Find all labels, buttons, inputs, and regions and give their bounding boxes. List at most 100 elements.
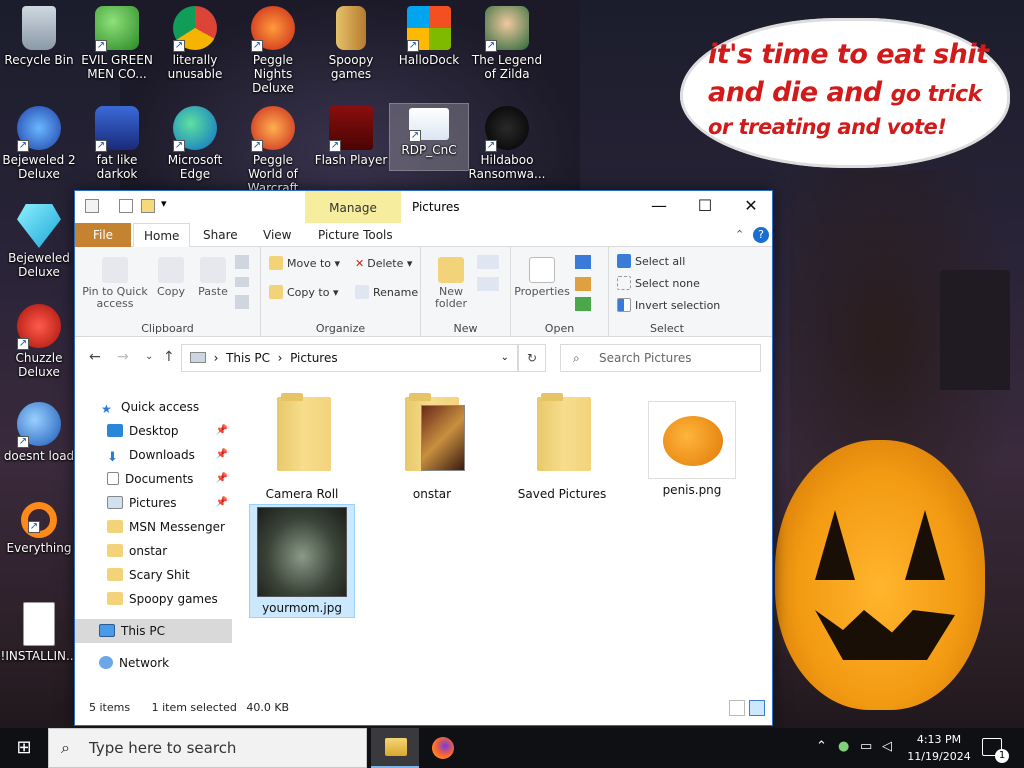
refresh-button[interactable]: ↻: [518, 344, 546, 372]
tab-home[interactable]: Home: [133, 223, 191, 248]
nav-item-spoopy-games[interactable]: Spoopy games: [75, 587, 232, 611]
desktop-icon-evil-green-men[interactable]: ↗ EVIL GREEN MEN CO...: [78, 2, 156, 81]
nav-item-onstar[interactable]: onstar: [75, 539, 232, 563]
desktop-icon-bejeweled-deluxe[interactable]: Bejeweled Deluxe: [0, 200, 78, 279]
maximize-button[interactable]: ☐: [682, 191, 728, 221]
taskbar-firefox[interactable]: [419, 728, 467, 768]
history-icon[interactable]: [575, 297, 591, 311]
invert-selection-button[interactable]: Invert selection: [617, 297, 720, 315]
address-dropdown-icon[interactable]: ⌄: [501, 345, 509, 371]
people-tray-icon[interactable]: ●: [838, 739, 849, 754]
pin-quick-access-button[interactable]: Pin to Quick access: [81, 257, 149, 310]
tab-picture-tools[interactable]: Picture Tools: [308, 223, 403, 247]
help-icon[interactable]: ?: [753, 227, 769, 243]
taskbar-file-explorer[interactable]: [371, 728, 419, 768]
tab-file[interactable]: File: [75, 223, 131, 247]
cut-icon[interactable]: [235, 255, 249, 269]
minimize-button[interactable]: —: [636, 191, 682, 221]
desktop-icon-everything[interactable]: ↗ Everything: [0, 498, 78, 555]
tab-view[interactable]: View: [253, 223, 301, 247]
ribbon-group-open: Properties Open: [511, 247, 609, 337]
close-button[interactable]: ✕: [728, 191, 774, 221]
desktop-icon-rdp-cnc[interactable]: ↗ RDP_CnC: [389, 103, 469, 171]
nav-quick-access[interactable]: ★ Quick access: [75, 395, 232, 419]
clock[interactable]: 4:13 PM 11/19/2024: [906, 731, 972, 765]
rename-button[interactable]: Rename: [355, 284, 418, 302]
file-item-camera-roll[interactable]: Camera Roll: [250, 391, 354, 501]
desktop-icon-flash-player[interactable]: ↗ Flash Player: [312, 102, 390, 167]
title-bar[interactable]: ▾ Manage Pictures — ☐ ✕: [75, 191, 772, 223]
select-all-button[interactable]: Select all: [617, 253, 685, 271]
copy-button[interactable]: Copy: [151, 257, 191, 298]
action-center-icon[interactable]: 1: [982, 738, 1009, 763]
nav-item-msn-messenger[interactable]: MSN Messenger: [75, 515, 232, 539]
easy-access-icon[interactable]: [477, 277, 499, 291]
file-item-penis-png[interactable]: penis.png: [640, 391, 744, 497]
address-path[interactable]: › This PC › Pictures ⌄: [181, 344, 518, 372]
properties-button[interactable]: Properties: [511, 257, 573, 298]
wallpaper-pumpkin: [775, 440, 985, 710]
file-explorer-window[interactable]: ▾ Manage Pictures — ☐ ✕ File Home Share …: [74, 190, 773, 726]
file-item-yourmom-jpg[interactable]: yourmom.jpg: [249, 504, 355, 618]
show-hidden-icons-chevron[interactable]: ⌃: [816, 739, 827, 754]
nav-item-documents[interactable]: Documents 📌: [75, 467, 232, 491]
nav-item-pictures[interactable]: Pictures 📌: [75, 491, 232, 515]
up-arrow-icon[interactable]: ↑: [163, 349, 175, 365]
large-icons-view-icon[interactable]: [749, 700, 765, 716]
nav-item-scary-shit[interactable]: Scary Shit: [75, 563, 232, 587]
volume-tray-icon[interactable]: ◁: [882, 739, 892, 754]
taskbar-search-box[interactable]: ⌕ Type here to search: [48, 728, 367, 768]
desktop-icon-fat-like-darkok[interactable]: ↗ fat like darkok: [78, 102, 156, 181]
nav-this-pc[interactable]: This PC: [75, 619, 232, 643]
search-input[interactable]: ⌕ Search Pictures: [560, 344, 761, 372]
recent-locations-icon[interactable]: ⌄: [145, 351, 153, 362]
desktop-icon-hildaboo[interactable]: ↗ Hildaboo Ransomwa...: [468, 102, 546, 181]
customize-quick-access-icon[interactable]: ▾: [161, 197, 167, 210]
desktop-icon-doesnt-load[interactable]: ↗ doesnt load: [0, 398, 78, 463]
collapse-ribbon-icon[interactable]: ⌃: [735, 228, 744, 241]
edit-icon[interactable]: [575, 277, 591, 291]
nav-item-desktop[interactable]: Desktop 📌: [75, 419, 232, 443]
tab-share[interactable]: Share: [193, 223, 248, 247]
invert-selection-icon: [617, 298, 631, 312]
delete-button[interactable]: ✕ Delete ▾: [355, 255, 412, 273]
computer-icon: [99, 624, 115, 637]
desktop-icon-installing[interactable]: !INSTALLIN...: [0, 598, 78, 663]
breadcrumb-this-pc[interactable]: This PC: [226, 351, 270, 365]
start-button[interactable]: ⊞: [0, 728, 48, 768]
paste-shortcut-icon[interactable]: [235, 295, 249, 309]
desktop-icon-bejeweled-2[interactable]: ↗ Bejeweled 2 Deluxe: [0, 102, 78, 181]
properties-quick-icon[interactable]: [119, 199, 133, 213]
forward-arrow-icon[interactable]: →: [117, 349, 129, 365]
desktop-icon-peggle-nights[interactable]: ↗ Peggle Nights Deluxe: [234, 2, 312, 95]
desktop-icon-spoopy-games[interactable]: Spoopy games: [312, 2, 390, 81]
file-item-onstar[interactable]: onstar: [380, 391, 484, 501]
new-item-icon[interactable]: [477, 255, 499, 269]
select-none-button[interactable]: Select none: [617, 275, 700, 293]
desktop-icon-literally-unusable[interactable]: ↗ literally unusable: [156, 2, 234, 81]
image-thumbnail: [257, 507, 347, 597]
details-view-icon[interactable]: [729, 700, 745, 716]
desktop-icon-hallodock[interactable]: ↗ HalloDock: [390, 2, 468, 67]
new-folder-quick-icon[interactable]: [141, 199, 155, 213]
contextual-tab-manage[interactable]: Manage: [305, 191, 401, 223]
desktop-icon-peggle-world-of-warcraft[interactable]: ↗ Peggle World of Warcraft: [234, 102, 312, 195]
open-icon[interactable]: [575, 255, 591, 269]
copy-to-button[interactable]: Copy to ▾: [269, 284, 338, 302]
desktop-icon-chuzzle[interactable]: ↗ Chuzzle Deluxe: [0, 300, 78, 379]
desktop-icon-recycle-bin[interactable]: Recycle Bin: [0, 2, 78, 67]
folder-icon: [107, 544, 123, 557]
copy-to-icon: [269, 285, 283, 299]
breadcrumb-pictures[interactable]: Pictures: [290, 351, 338, 365]
desktop-icon-legend-of-zilda[interactable]: ↗ The Legend of Zilda: [468, 2, 546, 81]
nav-item-downloads[interactable]: ⬇ Downloads 📌: [75, 443, 232, 467]
file-item-saved-pictures[interactable]: Saved Pictures: [510, 391, 614, 501]
nav-network[interactable]: Network: [75, 651, 232, 675]
new-folder-button[interactable]: New folder: [429, 257, 473, 310]
move-to-button[interactable]: Move to ▾: [269, 255, 340, 273]
network-tray-icon[interactable]: ▭: [860, 739, 872, 754]
paste-button[interactable]: Paste: [193, 257, 233, 298]
copy-path-icon[interactable]: [235, 277, 249, 287]
back-arrow-icon[interactable]: ←: [89, 349, 101, 365]
desktop-icon-microsoft-edge[interactable]: ↗ Microsoft Edge: [156, 102, 234, 181]
